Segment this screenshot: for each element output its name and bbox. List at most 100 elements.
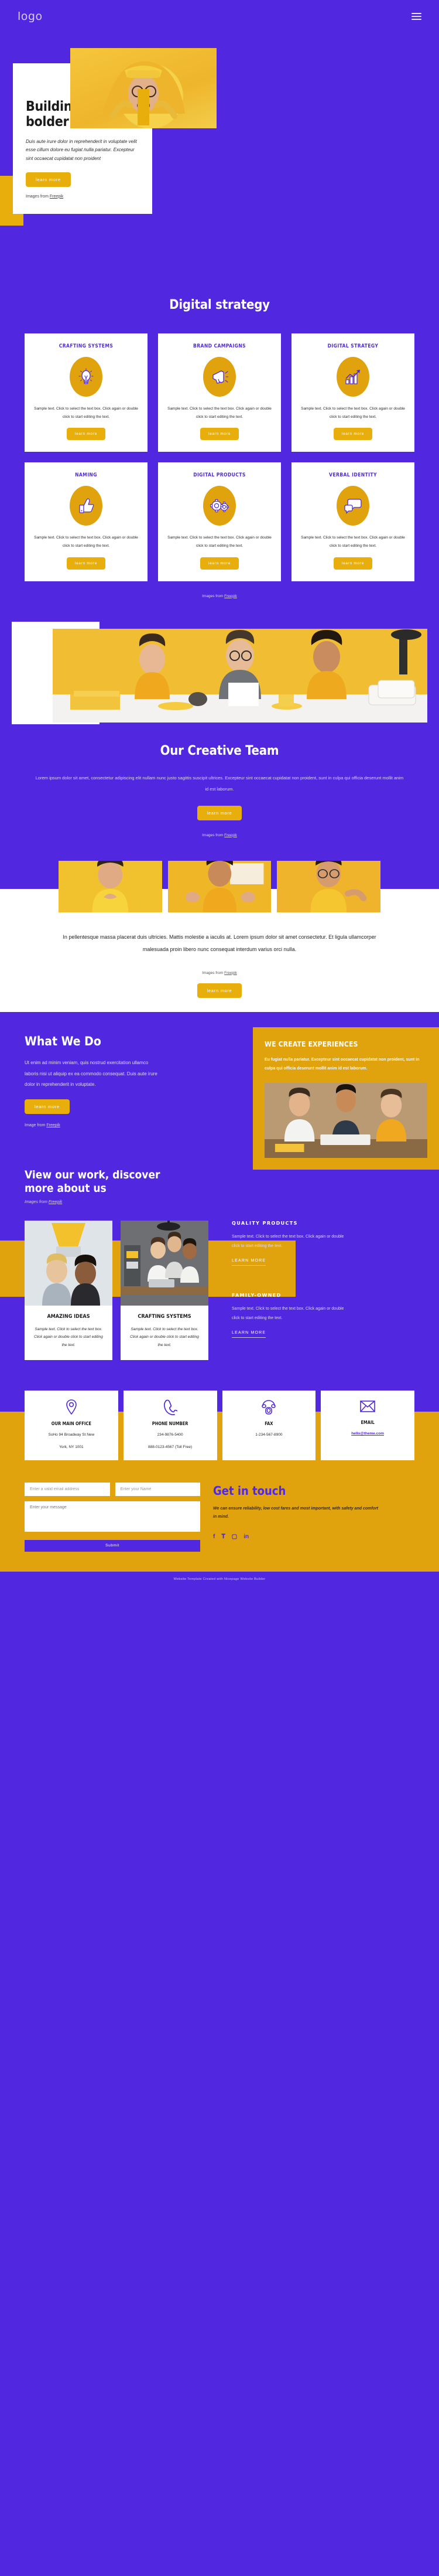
card-title: NAMING [75,472,97,479]
contact-card-fax: FAX 1-234-567-8900 [222,1390,316,1460]
what-we-do-learn-more-button[interactable]: learn more [25,1099,70,1115]
message-field[interactable] [25,1501,200,1532]
side-block-text: Sample text. Click to select the text bo… [232,1307,344,1321]
quote-block: In pellentesque massa placerat duis ultr… [0,912,439,1012]
contact-card-email: EMAIL hello@theme.com [321,1390,414,1460]
facebook-icon[interactable]: f [213,1534,215,1540]
linkedin-icon[interactable]: in [243,1534,249,1540]
panel-image [265,1082,427,1158]
instagram-icon[interactable]: ▢ [232,1534,237,1540]
work-card-title: CRAFTING SYSTEMS [138,1313,191,1320]
work-card-text: Sample text. Click to select the text bo… [34,1327,103,1348]
fax-icon [227,1399,311,1415]
credit-prefix: Images from [202,970,225,975]
strategy-card[interactable]: VERBAL IDENTITY Sample text. Click to se… [291,462,414,581]
card-learn-more-button[interactable]: learn more [200,557,239,570]
card-learn-more-button[interactable]: learn more [333,428,373,441]
work-card-title: AMAZING IDEAS [47,1313,90,1320]
contact-card-title: FAX [265,1420,273,1426]
card-learn-more-button[interactable]: learn more [200,428,239,441]
side-block-quality-products: QUALITY PRODUCTS Sample text. Click to s… [232,1221,351,1266]
panel-heading: WE CREATE EXPERIENCES [265,1040,358,1048]
phone-icon [128,1399,212,1415]
side-learn-more-link[interactable]: LEARN MORE [232,1331,266,1338]
strategy-image-credit: Images from Freepik [0,594,439,598]
site-footer: Website Template Created with Nicepage W… [0,1571,439,1587]
team-photo [53,628,427,723]
what-we-do-text: What We Do Ut enim ad minim veniam, quis… [0,1034,193,1127]
side-block-text: Sample text. Click to select the text bo… [232,1234,344,1248]
map-pin-icon [29,1399,114,1415]
hero-learn-more-button[interactable]: learn more [26,172,71,187]
what-we-do-paragraph: Ut enim ad minim veniam, quis nostrud ex… [25,1059,157,1088]
card-learn-more-button[interactable]: learn more [66,557,106,570]
office-team-photo-illustration [265,1082,427,1158]
freepik-link[interactable]: Freepik [49,1200,62,1204]
side-learn-more-link[interactable]: LEARN MORE [232,1259,266,1266]
top-navigation-bar: logo [0,0,439,32]
footer-text: Website Template Created with Nicepage W… [173,1577,266,1581]
gears-icon [203,486,236,526]
strategy-card[interactable]: NAMING Sample text. Click to select the … [25,462,148,581]
card-learn-more-button[interactable]: learn more [66,428,106,441]
credit-prefix: Images from [26,194,50,199]
contact-card-title: EMAIL [361,1419,375,1425]
card-title: DIGITAL PRODUCTS [193,472,246,479]
hamburger-line [411,15,421,17]
contact-cards-grid: OUR MAIN OFFICE SoHo 94 Broadway St New … [0,1384,439,1460]
freepik-link[interactable]: Freepik [50,195,63,199]
portrait-grid [0,860,439,912]
hero-image-credit: Images from Freepik [26,195,139,199]
view-work-image-credit: Images from Freepik [25,1200,439,1204]
credit-prefix: Images from [202,594,225,598]
credit-prefix: Image from [25,1123,47,1128]
freepik-link[interactable]: Freepik [224,594,237,598]
freepik-link[interactable]: Freepik [46,1123,60,1127]
quote-learn-more-button[interactable]: learn more [197,983,242,998]
portraits-section: In pellentesque massa placerat duis ultr… [0,860,439,1012]
site-logo[interactable]: logo [18,10,43,23]
contact-card-phone: PHONE NUMBER 234-9876-5400 888-0123-4567… [123,1390,217,1460]
credit-prefix: Images from [202,833,225,837]
vow-line2: more about us [25,1182,107,1195]
work-card[interactable]: AMAZING IDEAS Sample text. Click to sele… [25,1220,112,1360]
strategy-card[interactable]: DIGITAL STRATEGY Sample text. Click to s… [291,333,414,452]
creative-team-heading: Our Creative Team [160,743,279,758]
name-field[interactable] [115,1482,200,1496]
portrait-image [277,860,380,912]
team-photo-section [0,611,439,731]
strategy-card[interactable]: BRAND CAMPAIGNS Sample text. Click to se… [158,333,281,452]
freepik-link[interactable]: Freepik [224,833,237,837]
email-field[interactable] [25,1482,110,1496]
email-link[interactable]: hello@theme.com [351,1432,384,1436]
megaphone-icon [203,357,236,397]
work-card-image [25,1220,112,1306]
submit-button[interactable]: Submit [25,1539,200,1552]
hamburger-icon[interactable] [411,11,421,22]
card-body: Sample text. Click to select the text bo… [167,407,272,419]
credit-prefix: Images from [25,1200,49,1204]
card-learn-more-button[interactable]: learn more [333,557,373,570]
work-card-text: Sample text. Click to select the text bo… [130,1327,199,1348]
card-title: CRAFTING SYSTEMS [59,343,114,349]
contact-card-line2: 888-0123-4567 (Toll Free) [148,1444,193,1449]
hamburger-line [411,18,421,20]
creative-team-section: Our Creative Team Lorem ipsum dolor sit … [0,730,439,861]
contact-card-title: PHONE NUMBER [152,1420,188,1426]
freepik-link[interactable]: Freepik [224,971,237,975]
contact-card-line1: 1-234-567-8900 [255,1432,283,1437]
speech-bubbles-icon [337,486,369,526]
strategy-card[interactable]: CRAFTING SYSTEMS Sample text. Click to s… [25,333,148,452]
card-body: Sample text. Click to select the text bo… [34,536,138,548]
work-card-body: AMAZING IDEAS Sample text. Click to sele… [25,1306,112,1360]
creative-learn-more-button[interactable]: learn more [197,805,242,820]
lightbulb-icon [70,357,102,397]
social-links: f 𝐓 ▢ in [213,1534,383,1540]
strategy-card[interactable]: DIGITAL PRODUCTS Sample text. Click to s… [158,462,281,581]
card-title: DIGITAL STRATEGY [327,343,379,349]
twitter-icon[interactable]: 𝐓 [221,1534,225,1540]
work-card[interactable]: CRAFTING SYSTEMS Sample text. Click to s… [121,1220,208,1360]
card-body: Sample text. Click to select the text bo… [301,407,405,419]
card-title: BRAND CAMPAIGNS [193,343,246,349]
creative-image-credit: Images from Freepik [0,833,439,837]
